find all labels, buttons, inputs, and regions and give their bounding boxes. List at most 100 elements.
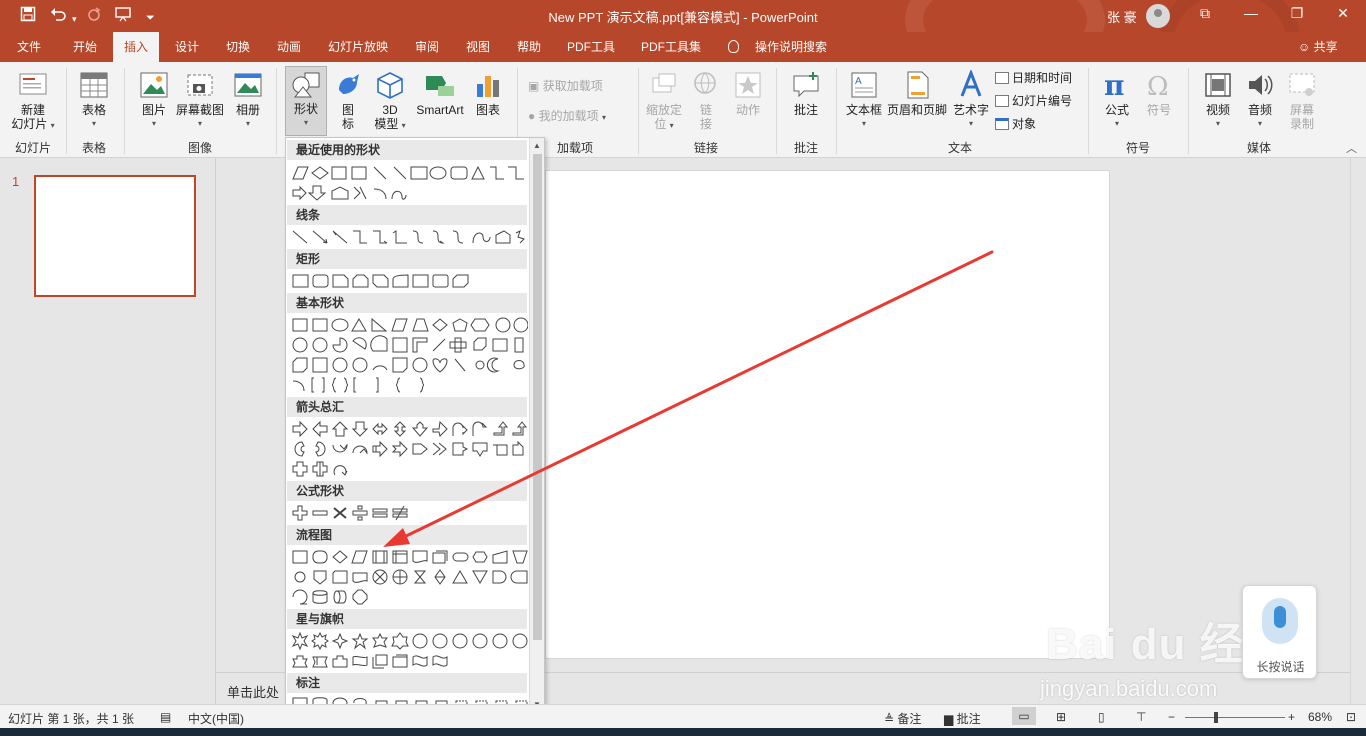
chevron-down-icon: ▾ xyxy=(303,118,308,127)
tab-review[interactable]: 审阅 xyxy=(405,32,449,62)
shapes-row[interactable] xyxy=(290,227,528,247)
link-label-2: 接 xyxy=(699,117,712,131)
icons-icon xyxy=(339,74,359,94)
picture-button[interactable]: 图片 ▾ xyxy=(134,70,174,131)
shapes-row[interactable] xyxy=(290,271,528,291)
tab-pdf-tools[interactable]: PDF工具 xyxy=(560,32,622,62)
tab-home[interactable]: 开始 xyxy=(62,32,108,62)
zoom-slider-track[interactable] xyxy=(1185,717,1285,718)
header-footer-button[interactable]: 页眉和页脚 xyxy=(886,70,948,117)
collapse-ribbon-icon[interactable]: ︿ xyxy=(1346,140,1357,156)
avatar[interactable] xyxy=(1146,4,1170,28)
shapes-row[interactable] xyxy=(290,439,528,459)
notes-toggle[interactable]: ≜ 备注 xyxy=(884,710,921,727)
equation-button[interactable]: π 公式 ▾ xyxy=(1098,70,1136,131)
ribbon-display-options-icon[interactable]: ⧉ xyxy=(1190,5,1220,22)
tab-slideshow[interactable]: 幻灯片放映 xyxy=(322,32,394,62)
new-slide-button[interactable]: 新建 幻灯片 ▾ xyxy=(8,70,58,133)
os-taskbar xyxy=(0,728,1366,736)
tab-view[interactable]: 视图 xyxy=(456,32,500,62)
picture-icon xyxy=(140,72,168,98)
photo-album-button[interactable]: 相册 ▾ xyxy=(228,70,268,131)
slide-canvas[interactable] xyxy=(545,170,1110,659)
shapes-row[interactable] xyxy=(290,631,528,651)
symbol-label: 符号 xyxy=(1146,103,1171,117)
chevron-down-icon: ▾ xyxy=(861,119,866,128)
shapes-row[interactable] xyxy=(290,355,528,375)
comments-toggle[interactable]: ▆ 批注 xyxy=(944,710,981,727)
shapes-gallery-dropdown: 最近使用的形状 线条 矩形 基本形状 箭头总汇 公式形状 流程图 星与旗帜 标注… xyxy=(285,137,545,723)
fit-to-window-icon[interactable]: ⊡ xyxy=(1346,710,1356,724)
minimize-button[interactable]: — xyxy=(1236,5,1266,21)
smartart-label: SmartArt xyxy=(416,103,464,117)
table-button[interactable]: 表格 ▾ xyxy=(74,70,114,131)
shapes-row[interactable] xyxy=(290,459,528,479)
user-name[interactable]: 张 豪 xyxy=(1107,7,1137,26)
date-time-button[interactable]: 日期和时间 xyxy=(995,70,1072,86)
chevron-down-icon: ▾ xyxy=(401,121,406,130)
3d-models-label-2: 模型 xyxy=(374,117,399,131)
zoom-icon xyxy=(652,73,676,93)
screenshot-button[interactable]: 屏幕截图 ▾ xyxy=(174,70,226,131)
restore-button[interactable]: ❐ xyxy=(1282,5,1312,22)
language-status[interactable]: 中文(中国) xyxy=(188,710,244,727)
normal-view-icon[interactable]: ▭ xyxy=(1012,707,1036,725)
scrollbar-thumb[interactable] xyxy=(533,154,542,640)
tab-transitions[interactable]: 切换 xyxy=(216,32,260,62)
close-button[interactable]: ✕ xyxy=(1328,5,1358,22)
shapes-section-flowchart: 流程图 xyxy=(287,525,527,545)
shapes-row[interactable] xyxy=(290,315,528,335)
slide-sorter-view-icon[interactable]: ⊞ xyxy=(1056,710,1066,724)
group-label-links: 链接 xyxy=(693,141,718,155)
shapes-row[interactable] xyxy=(290,567,528,587)
shapes-row[interactable] xyxy=(290,503,528,523)
screen-recording-label-1: 屏幕 xyxy=(1289,103,1314,117)
chevron-down-icon: ▾ xyxy=(91,119,96,128)
icons-button[interactable]: 图 标 xyxy=(332,70,364,131)
slideshow-view-icon[interactable]: ⊤ xyxy=(1136,710,1146,724)
new-slide-icon xyxy=(19,73,47,95)
tab-pdf-toolset[interactable]: PDF工具集 xyxy=(634,32,708,62)
tab-design[interactable]: 设计 xyxy=(165,32,209,62)
video-button[interactable]: 视频 ▾ xyxy=(1198,70,1238,131)
notes-icon: ≜ xyxy=(884,712,895,726)
audio-button[interactable]: 音频 ▾ xyxy=(1240,70,1280,131)
zoom-level[interactable]: 68% xyxy=(1308,710,1332,724)
object-button[interactable]: 对象 xyxy=(995,116,1036,132)
shapes-row[interactable] xyxy=(290,163,528,183)
tell-me-search[interactable]: 操作说明搜索 xyxy=(748,32,834,62)
wordart-button[interactable]: 艺术字 ▾ xyxy=(952,70,990,131)
zoom-out-button[interactable]: − xyxy=(1168,710,1175,724)
voice-input-widget[interactable]: 长按说话 xyxy=(1242,585,1317,679)
zoom-slider-knob[interactable] xyxy=(1214,712,1218,723)
zoom-in-button[interactable]: + xyxy=(1288,710,1295,724)
shapes-row[interactable] xyxy=(290,375,528,395)
tab-file[interactable]: 文件 xyxy=(8,32,50,62)
3d-models-button[interactable]: 3D 模型 ▾ xyxy=(370,70,410,133)
shapes-row[interactable] xyxy=(290,651,528,671)
comment-button[interactable]: 批注 xyxy=(784,70,828,117)
screenshot-icon xyxy=(187,74,213,96)
slide-number-button[interactable]: 幻灯片编号 xyxy=(995,93,1072,109)
tab-help[interactable]: 帮助 xyxy=(507,32,551,62)
tab-insert[interactable]: 插入 xyxy=(113,32,159,62)
shapes-row[interactable] xyxy=(290,587,528,607)
slide-thumbnail[interactable] xyxy=(34,175,196,297)
reading-view-icon[interactable]: ▯ xyxy=(1098,710,1105,724)
slide-thumbnail-pane: 1 xyxy=(0,158,216,704)
shapes-gallery-scrollbar[interactable]: ▲ ▼ xyxy=(529,138,544,722)
share-button[interactable]: ☺ 共享 xyxy=(1298,32,1338,62)
shapes-button[interactable]: 形状 ▾ xyxy=(285,66,327,136)
smartart-button[interactable]: SmartArt xyxy=(412,70,468,117)
shapes-row[interactable] xyxy=(290,183,528,203)
shapes-row[interactable] xyxy=(290,335,528,355)
tab-animations[interactable]: 动画 xyxy=(267,32,311,62)
shapes-row[interactable] xyxy=(290,419,528,439)
status-bar: 幻灯片 第 1 张，共 1 张 ▤ 中文(中国) ≜ 备注 ▆ 批注 ▭ ⊞ ▯… xyxy=(0,704,1366,728)
shapes-row[interactable] xyxy=(290,547,528,567)
spellcheck-icon[interactable]: ▤ xyxy=(160,710,171,724)
chart-button[interactable]: 图表 xyxy=(470,70,506,117)
scroll-up-icon[interactable]: ▲ xyxy=(533,141,541,150)
textbox-button[interactable]: A 文本框 ▾ xyxy=(844,70,884,131)
editor-vertical-scrollbar[interactable] xyxy=(1350,158,1366,704)
